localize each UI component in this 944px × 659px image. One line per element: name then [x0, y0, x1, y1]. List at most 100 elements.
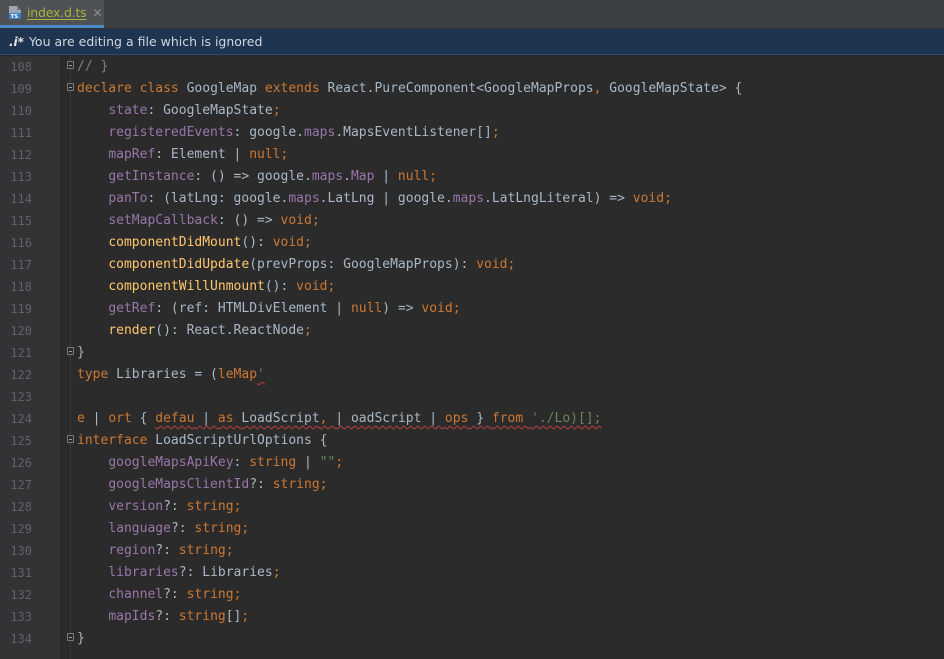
code-token: null [249, 147, 281, 162]
code-line[interactable]: 109 declare class GoogleMap extends React… [0, 78, 944, 100]
code-token: : (latLng: google. [147, 191, 289, 206]
code-line[interactable]: 132 channel?: string; [0, 584, 944, 606]
code-line[interactable]: 124 e | ort { defau | as LoadScript, | oa… [0, 408, 944, 430]
code-token: : [233, 455, 250, 470]
code-line[interactable]: 116 componentDidMount(): void; [0, 232, 944, 254]
code-token: getRef [108, 301, 156, 316]
code-line[interactable]: 123 [0, 386, 944, 408]
code-token: ort [108, 411, 140, 426]
code-token: | [296, 455, 320, 470]
code-token: string [186, 499, 234, 514]
code-token: ; [327, 279, 336, 294]
code-line[interactable]: 129 language?: string; [0, 518, 944, 540]
code-token: ; [233, 499, 242, 514]
fold-marker-icon[interactable] [67, 347, 74, 355]
code-line[interactable]: 113 getInstance: () => google.maps.Map |… [0, 166, 944, 188]
code-text: // } [77, 58, 108, 76]
close-icon[interactable]: ✕ [93, 6, 103, 20]
code-line[interactable]: 112 mapRef: Element | null; [0, 144, 944, 166]
code-line[interactable]: 118 componentWillUnmount(): void; [0, 276, 944, 298]
line-number: 117 [10, 258, 32, 272]
code-token: ; [241, 521, 250, 536]
code-token: : (ref: HTMLDivElement | [155, 301, 351, 316]
code-token: './Lo)[]; [531, 411, 602, 426]
code-token: state [108, 103, 148, 118]
tab-index-d-ts[interactable]: TS index.d.ts ✕ [0, 0, 104, 28]
line-number: 114 [10, 192, 32, 206]
code-token: componentDidMount [108, 235, 242, 250]
code-token: ; [507, 257, 516, 272]
code-line[interactable]: 122 type Libraries = (leMap' [0, 364, 944, 386]
code-text: googleMapsApiKey: string | ""; [77, 454, 343, 472]
line-number: 119 [10, 302, 32, 316]
code-token: mapIds [108, 609, 156, 624]
code-line[interactable]: 111 registeredEvents: google.maps.MapsEv… [0, 122, 944, 144]
code-token: void [280, 213, 312, 228]
code-token: channel [108, 587, 164, 602]
fold-marker-icon[interactable] [67, 61, 74, 69]
line-number: 113 [10, 170, 32, 184]
code-editor[interactable]: 108 // } 109 declare class GoogleMap extend… [0, 56, 944, 659]
code-token: ; [304, 323, 312, 338]
code-token: | [194, 411, 218, 426]
code-line[interactable]: 114 panTo: (latLng: google.maps.LatLng |… [0, 188, 944, 210]
code-line[interactable]: 117 componentDidUpdate(prevProps: Google… [0, 254, 944, 276]
code-token: | [374, 169, 398, 184]
code-token: maps [311, 169, 344, 184]
code-line[interactable]: 125 interface LoadScriptUrlOptions { [0, 430, 944, 452]
code-text: channel?: string; [77, 586, 241, 604]
fold-marker-icon[interactable] [67, 435, 74, 443]
code-token: ops [444, 411, 469, 426]
code-line[interactable]: 120 render(): React.ReactNode; [0, 320, 944, 342]
code-text: state: GoogleMapState; [77, 102, 281, 120]
code-token: ; [233, 587, 242, 602]
code-token: ; [664, 191, 672, 206]
code-line[interactable]: 131 libraries?: Libraries; [0, 562, 944, 584]
code-text: e | ort { defau | as LoadScript, | oadSc… [77, 410, 601, 428]
code-token: , [593, 81, 610, 96]
code-token: void [476, 257, 508, 272]
line-number: 110 [10, 104, 32, 118]
code-line[interactable]: 121} [0, 342, 944, 364]
fold-marker-icon[interactable] [67, 83, 74, 91]
code-text: interface LoadScriptUrlOptions { [77, 432, 327, 450]
code-line[interactable]: 126 googleMapsApiKey: string | ""; [0, 452, 944, 474]
code-token: ; [319, 477, 328, 492]
line-number: 125 [10, 434, 32, 448]
code-token: void [421, 301, 453, 316]
code-token: : GoogleMapState [147, 103, 273, 118]
code-token: // } [77, 59, 109, 74]
code-line[interactable]: 130 region?: string; [0, 540, 944, 562]
code-token: null [397, 169, 430, 184]
code-line[interactable]: 133 mapIds?: string[]; [0, 606, 944, 628]
code-line[interactable]: 128 version?: string; [0, 496, 944, 518]
code-line[interactable]: 134} [0, 628, 944, 650]
code-line[interactable]: 119 getRef: (ref: HTMLDivElement | null)… [0, 298, 944, 320]
code-line[interactable]: 115 setMapCallback: () => void; [0, 210, 944, 232]
code-text: version?: string; [77, 498, 241, 516]
code-text: componentDidUpdate(prevProps: GoogleMapP… [77, 256, 515, 274]
code-token: componentDidUpdate [108, 257, 250, 272]
code-token: ' [257, 367, 265, 382]
code-token: React.PureComponent<GoogleMapProps [327, 81, 594, 96]
code-token: (): React.ReactNode [155, 323, 304, 338]
line-number: 131 [10, 566, 32, 580]
line-number: 122 [10, 368, 32, 382]
code-token: ; [272, 103, 281, 118]
code-token: | oadScript | [335, 411, 445, 426]
code-text: language?: string; [77, 520, 249, 538]
code-line[interactable]: 127 googleMapsClientId?: string; [0, 474, 944, 496]
code-token: . [343, 169, 351, 184]
code-token: { [139, 411, 156, 426]
code-token: class [139, 81, 187, 96]
code-line[interactable]: 110 state: GoogleMapState; [0, 100, 944, 122]
code-token: .LatLngLiteral) => [484, 191, 633, 206]
fold-marker-icon[interactable] [67, 633, 74, 641]
code-token: Libraries = ( [116, 367, 218, 382]
line-number: 111 [10, 126, 32, 140]
code-token: Map [350, 169, 375, 184]
code-line[interactable]: 108 // } [0, 56, 944, 78]
